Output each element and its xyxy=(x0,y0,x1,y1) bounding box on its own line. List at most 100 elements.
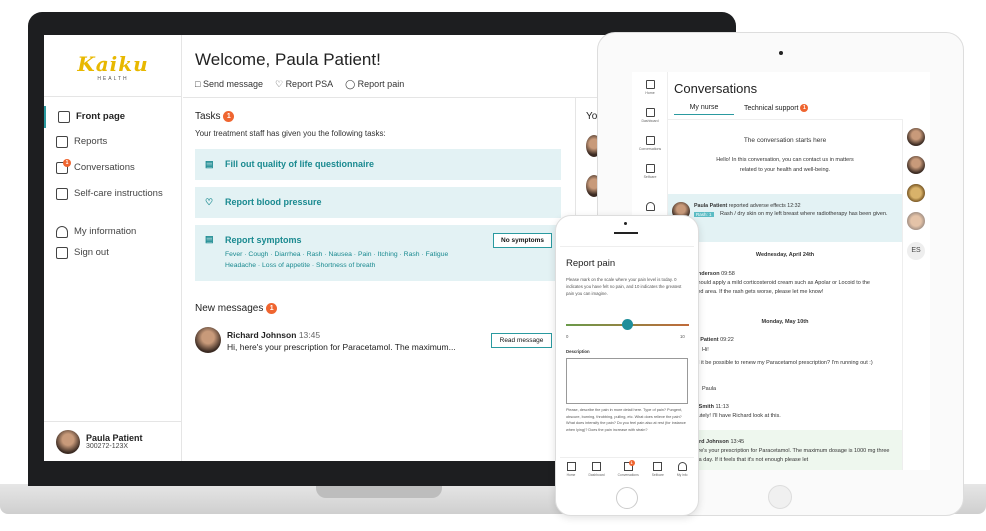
messages-title: New messages 1 xyxy=(195,303,278,314)
user-icon xyxy=(645,202,655,211)
tab-label: Home xyxy=(566,473,576,477)
symptoms-list[interactable]: Fever · Cough · Diarrhea · Rash · Nausea… xyxy=(225,251,561,258)
conversations-badge: 1 xyxy=(63,159,71,167)
tablet-nav-conversations[interactable]: Conversations xyxy=(632,136,668,151)
user-icon xyxy=(677,462,687,471)
nav-label: Front page xyxy=(76,111,126,122)
logo-text: Kaiku xyxy=(77,52,149,76)
time: 09:58 xyxy=(721,271,735,277)
nav-front-page[interactable]: Front page xyxy=(44,106,182,128)
no-symptoms-button[interactable]: No symptoms xyxy=(493,233,552,248)
symptoms-list[interactable]: Headache · Loss of appetite · Shortness … xyxy=(225,262,561,269)
description-help: Please, describe the pain in more detail… xyxy=(566,408,686,432)
action-label: Report pain xyxy=(357,79,405,89)
nav-label: Conversations xyxy=(638,147,662,151)
tablet-nav-user[interactable] xyxy=(632,202,668,213)
nav-reports[interactable]: Reports xyxy=(44,131,182,153)
nav-self-care[interactable]: Self-care instructions xyxy=(44,183,182,205)
instructions: Please mark on the scale where your pain… xyxy=(566,277,682,296)
tab-selfcare[interactable]: Selfcare xyxy=(652,462,664,484)
task-symptoms[interactable]: ▤ Report symptoms Fever · Cough · Diarrhe… xyxy=(195,225,561,281)
chart-icon xyxy=(56,136,68,148)
nav-sign-out[interactable]: Sign out xyxy=(44,242,182,264)
read-message-button[interactable]: Read message xyxy=(491,333,552,348)
tab-badge: 1 xyxy=(800,104,809,112)
sidebar: Kaiku HEALTH Front page Reports 1 Conversa… xyxy=(44,35,182,461)
first-aid-icon xyxy=(653,462,663,471)
home-button[interactable] xyxy=(616,487,638,509)
task-questionnaire[interactable]: ▤ Fill out quality of life questionnaire xyxy=(195,149,561,180)
tablet-nav-dashboard[interactable]: Dashboard xyxy=(632,108,668,123)
tab-my-info[interactable]: My info xyxy=(676,462,688,484)
document-icon: ▤ xyxy=(205,159,214,169)
page-title: Report pain xyxy=(566,258,616,269)
sign-out-icon xyxy=(56,247,68,259)
message-sender: Richard Johnson xyxy=(227,330,297,340)
tab-dashboard[interactable]: Dashboard xyxy=(589,462,605,484)
tab-technical-support[interactable]: Technical support 1 xyxy=(744,104,809,112)
report-pain-button[interactable]: ◯ Report pain xyxy=(345,79,404,90)
camera xyxy=(624,222,627,225)
avatar[interactable] xyxy=(907,212,925,230)
time: 13:45 xyxy=(730,439,745,445)
initials-avatar[interactable]: ES xyxy=(907,242,925,260)
message-text: Rash / dry skin on my left breast where … xyxy=(720,211,888,217)
page-title: Welcome, Paula Patient! xyxy=(195,50,381,69)
phone-screen: Report pain Please mark on the scale whe… xyxy=(560,246,694,484)
slider-min: 0 xyxy=(566,334,569,339)
tasks-intro: Your treatment staff has given you the f… xyxy=(195,129,386,138)
nav-label: Sign out xyxy=(74,247,109,258)
avatar[interactable] xyxy=(907,156,925,174)
description-input[interactable] xyxy=(566,358,688,404)
chart-icon xyxy=(592,462,602,471)
tab-label: Dashboard xyxy=(588,473,605,477)
message-preview[interactable]: Hi, here's your prescription for Paracet… xyxy=(227,342,456,352)
task-label: Fill out quality of life questionnaire xyxy=(225,159,375,169)
nav-label: Conversations xyxy=(74,162,135,173)
speaker xyxy=(614,232,638,234)
tab-conversations[interactable]: 1 Conversations xyxy=(618,460,639,484)
tab-label: My info xyxy=(676,473,688,477)
home-button[interactable] xyxy=(768,485,792,509)
profile-name: Paula Patient xyxy=(86,433,143,443)
tablet-nav-home[interactable]: Home xyxy=(632,80,668,95)
message-text: Hi! xyxy=(702,347,709,353)
nav-label: Self-care instructions xyxy=(74,188,163,199)
document-icon: ▤ xyxy=(205,234,214,244)
nav-my-information[interactable]: My information xyxy=(44,221,182,243)
date-separator: Monday, May 10th xyxy=(761,319,809,325)
conversation-start: The conversation starts here xyxy=(743,137,827,144)
action: reported adverse effects xyxy=(728,203,786,209)
message-time: 13:45 xyxy=(298,330,321,340)
home-icon xyxy=(566,462,576,471)
avatar[interactable] xyxy=(907,128,925,146)
tablet-nav-selfcare[interactable]: Selfcare xyxy=(632,164,668,179)
send-message-button[interactable]: □ Send message xyxy=(195,79,263,90)
nav-label: Dashboard xyxy=(641,119,659,123)
divider xyxy=(902,119,903,470)
nav-conversations[interactable]: 1 Conversations xyxy=(44,157,182,179)
message-text: You should apply a mild corticosteroid c… xyxy=(684,280,870,295)
chart-icon xyxy=(645,108,655,117)
home-icon xyxy=(645,80,655,89)
tab-label: Selfcare xyxy=(651,473,664,477)
date-separator: Wednesday, April 24th xyxy=(755,252,815,258)
profile[interactable]: Paula Patient 300272-123X xyxy=(44,421,182,461)
tasks-badge: 1 xyxy=(223,111,235,122)
avatar[interactable] xyxy=(907,184,925,202)
action-label: Send message xyxy=(202,79,263,89)
right-column-title: Yo xyxy=(586,111,598,122)
tab-home[interactable]: Home xyxy=(566,462,576,484)
profile-id: 300272-123X xyxy=(86,443,129,450)
home-icon xyxy=(58,111,70,123)
tasks-title-text: Tasks xyxy=(195,111,221,123)
task-blood-pressure[interactable]: ♡ Report blood pressure xyxy=(195,187,561,218)
action-label: Report PSA xyxy=(285,79,334,89)
report-psa-button[interactable]: ♡ Report PSA xyxy=(275,79,333,90)
pain-slider-thumb[interactable] xyxy=(622,319,633,330)
avatar xyxy=(195,327,221,353)
phone-tab-bar: Home Dashboard 1 Conversations Selfcare M… xyxy=(560,457,694,484)
logo-sub: HEALTH xyxy=(97,76,129,82)
message-text: Paula xyxy=(702,386,717,392)
tab-my-nurse[interactable]: My nurse xyxy=(674,104,734,115)
